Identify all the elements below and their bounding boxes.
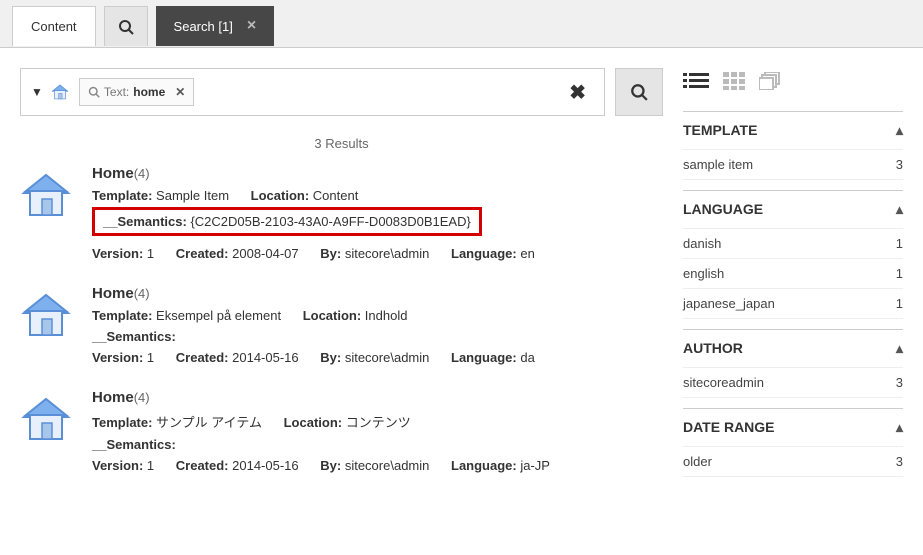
chevron-up-icon: ▴	[896, 122, 903, 139]
clear-search-icon[interactable]: ✖	[569, 80, 586, 105]
result-count: (4)	[134, 390, 150, 405]
home-icon	[20, 289, 72, 341]
semantics-line: __Semantics:	[92, 329, 663, 344]
chevron-up-icon: ▴	[896, 340, 903, 357]
facet-title: LANGUAGE	[683, 201, 763, 218]
close-icon[interactable]: ×	[247, 17, 256, 35]
facet-header[interactable]: TEMPLATE ▴	[683, 111, 903, 150]
facet-item[interactable]: older 3	[683, 447, 903, 477]
search-input-container: ▼ Text: home ✕ ✖	[20, 68, 605, 116]
chip-label: Text:	[104, 85, 129, 99]
facet-item-count: 3	[896, 454, 903, 469]
view-switcher	[683, 72, 903, 93]
chip-value: home	[133, 85, 165, 99]
home-icon	[20, 169, 72, 221]
facet-item-count: 1	[896, 266, 903, 281]
facet-item-name: english	[683, 266, 724, 281]
facet-template: TEMPLATE ▴ sample item 3	[683, 111, 903, 180]
tab-content[interactable]: Content	[12, 6, 96, 46]
result-count: (4)	[134, 286, 150, 301]
search-result[interactable]: Home(4) Template: Eksempel på element Lo…	[20, 285, 663, 365]
tab-search-label: Search [1]	[174, 19, 233, 34]
facet-item-name: japanese_japan	[683, 296, 775, 311]
facet-item-name: sample item	[683, 157, 753, 172]
search-result[interactable]: Home(4) Template: Sample Item Location: …	[20, 165, 663, 261]
facet-title: DATE RANGE	[683, 419, 775, 436]
facet-item-name: sitecoreadmin	[683, 375, 764, 390]
result-count: (4)	[134, 166, 150, 181]
result-title[interactable]: Home	[92, 285, 134, 302]
result-detail-line: Version: 1 Created: 2008-04-07 By: sitec…	[92, 246, 663, 261]
search-button[interactable]	[615, 68, 663, 116]
facet-language: LANGUAGE ▴ danish1english1japanese_japan…	[683, 190, 903, 319]
tab-bar: Content Search [1] ×	[0, 0, 923, 48]
facet-item-count: 1	[896, 236, 903, 251]
semantics-label: __Semantics:	[103, 214, 187, 229]
facet-header[interactable]: LANGUAGE ▴	[683, 190, 903, 229]
semantics-label: __Semantics:	[92, 437, 176, 452]
tab-content-label: Content	[31, 19, 77, 34]
facet-item[interactable]: danish 1	[683, 229, 903, 259]
result-meta-line: Template: サンプル アイテム Location: コンテンツ	[92, 412, 663, 431]
facet-item-count: 3	[896, 375, 903, 390]
search-icon	[630, 83, 648, 101]
facet-item-name: danish	[683, 236, 721, 251]
facet-date_range: DATE RANGE ▴ older 3	[683, 408, 903, 477]
facet-header[interactable]: DATE RANGE ▴	[683, 408, 903, 447]
chevron-up-icon: ▴	[896, 419, 903, 436]
home-icon[interactable]	[51, 83, 69, 101]
result-detail-line: Version: 1 Created: 2014-05-16 By: sitec…	[92, 458, 663, 473]
semantics-label: __Semantics:	[92, 329, 176, 344]
chevron-up-icon: ▴	[896, 201, 903, 218]
facet-item-name: older	[683, 454, 712, 469]
tab-search-results[interactable]: Search [1] ×	[156, 6, 275, 46]
view-grid-icon[interactable]	[723, 72, 745, 93]
facet-header[interactable]: AUTHOR ▴	[683, 329, 903, 368]
search-icon	[118, 19, 134, 35]
facet-title: TEMPLATE	[683, 122, 757, 139]
search-result[interactable]: Home(4) Template: サンプル アイテム Location: コン…	[20, 389, 663, 473]
facet-title: AUTHOR	[683, 340, 743, 357]
facet-item[interactable]: sitecoreadmin 3	[683, 368, 903, 398]
facet-item-count: 1	[896, 296, 903, 311]
dropdown-caret-icon[interactable]: ▼	[31, 85, 43, 99]
result-detail-line: Version: 1 Created: 2014-05-16 By: sitec…	[92, 350, 663, 365]
chip-remove-icon[interactable]: ✕	[175, 85, 185, 99]
home-icon	[20, 393, 72, 445]
filter-chip-text[interactable]: Text: home ✕	[79, 78, 194, 106]
facet-item-count: 3	[896, 157, 903, 172]
facet-author: AUTHOR ▴ sitecoreadmin 3	[683, 329, 903, 398]
result-meta-line: Template: Eksempel på element Location: …	[92, 308, 663, 323]
result-title[interactable]: Home	[92, 389, 134, 406]
result-title[interactable]: Home	[92, 165, 134, 182]
semantics-highlight-box: __Semantics: {C2C2D05B-2103-43A0-A9FF-D0…	[92, 207, 482, 236]
semantics-line: __Semantics:	[92, 437, 663, 452]
tab-search-icon[interactable]	[104, 6, 148, 46]
result-meta-line: Template: Sample Item Location: Content	[92, 188, 663, 203]
results-count: 3 Results	[20, 136, 663, 151]
view-card-icon[interactable]	[759, 72, 781, 93]
facet-item[interactable]: sample item 3	[683, 150, 903, 180]
search-icon	[88, 86, 100, 98]
semantics-value: {C2C2D05B-2103-43A0-A9FF-D0083D0B1EAD}	[190, 214, 470, 229]
view-list-icon[interactable]	[683, 72, 709, 93]
facet-item[interactable]: english 1	[683, 259, 903, 289]
facet-item[interactable]: japanese_japan 1	[683, 289, 903, 319]
